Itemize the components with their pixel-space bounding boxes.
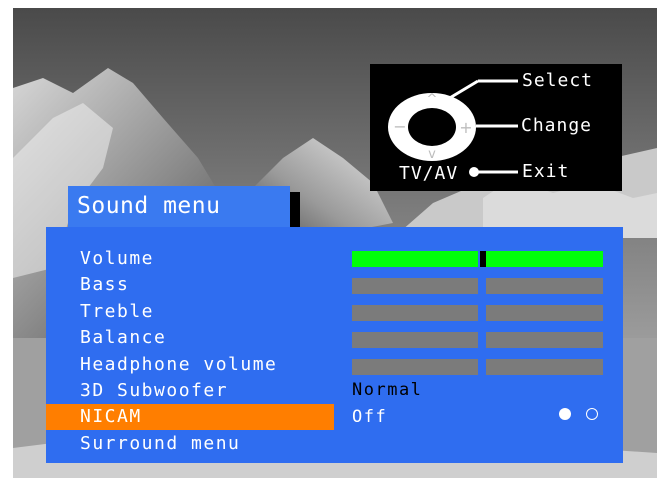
volume-level-marker[interactable] xyxy=(480,251,486,267)
change-label: Change xyxy=(521,115,593,136)
svg-text:v: v xyxy=(428,147,436,162)
balance-bar-left[interactable] xyxy=(352,332,478,348)
menu-title: Sound menu xyxy=(68,186,290,227)
bass-bar-left[interactable] xyxy=(352,278,478,294)
volume-bar-left[interactable] xyxy=(352,251,478,267)
remote-help-panel: ^ v − + Select Change Exit TV/AV xyxy=(370,64,622,191)
menu-item-headphone-volume[interactable]: Headphone volume xyxy=(46,352,334,378)
nicam-value: Off xyxy=(352,407,388,427)
menu-item-label: Surround menu xyxy=(80,433,241,454)
subwoofer-value: Normal xyxy=(352,380,423,400)
headphone-volume-bar-right[interactable] xyxy=(486,359,603,375)
menu-item-treble[interactable]: Treble xyxy=(46,299,334,325)
exit-label: Exit xyxy=(522,161,570,182)
tvav-label: TV/AV xyxy=(399,163,459,184)
svg-text:+: + xyxy=(459,118,472,137)
svg-text:−: − xyxy=(393,117,406,136)
menu-item-surround-menu[interactable]: Surround menu xyxy=(46,431,334,457)
bass-bar-right[interactable] xyxy=(486,278,603,294)
sound-menu-panel: Volume Bass Treble Balance Headphone vol… xyxy=(46,227,623,463)
menu-item-bass[interactable]: Bass xyxy=(46,272,334,298)
treble-bar-left[interactable] xyxy=(352,305,478,321)
menu-item-3d-subwoofer[interactable]: 3D Subwoofer xyxy=(46,378,334,404)
tv-screen: ^ v − + Select Change Exit TV/AV Sound m… xyxy=(0,0,660,479)
select-label: Select xyxy=(522,70,594,91)
menu-item-label: 3D Subwoofer xyxy=(80,380,229,401)
menu-item-nicam[interactable]: NICAM xyxy=(46,404,334,430)
menu-item-volume[interactable]: Volume xyxy=(46,246,334,272)
menu-item-label: Bass xyxy=(80,274,130,295)
nicam-option-hollow-dot xyxy=(586,408,598,420)
menu-item-label: Treble xyxy=(80,301,155,322)
menu-item-balance[interactable]: Balance xyxy=(46,325,334,351)
headphone-volume-bar-left[interactable] xyxy=(352,359,478,375)
menu-item-label: NICAM xyxy=(80,406,142,427)
treble-bar-right[interactable] xyxy=(486,305,603,321)
menu-item-label: Headphone volume xyxy=(80,354,278,375)
menu-item-label: Balance xyxy=(80,327,167,348)
balance-bar-right[interactable] xyxy=(486,332,603,348)
volume-bar-right[interactable] xyxy=(486,251,603,267)
nicam-option-filled-dot xyxy=(559,408,571,420)
svg-text:^: ^ xyxy=(427,92,438,107)
menu-item-label: Volume xyxy=(80,248,155,269)
